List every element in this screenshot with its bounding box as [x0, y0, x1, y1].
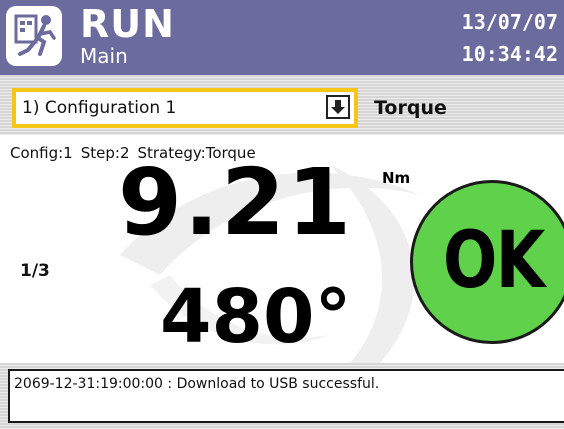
status-bar: 2069-12-31:19:00:00 : Download to USB su…	[0, 363, 564, 429]
run-mode-icon[interactable]	[6, 6, 62, 66]
status-message: 2069-12-31:19:00:00 : Download to USB su…	[14, 376, 380, 392]
result-panel: Config:1 Step:2 Strategy:Torque 9.21 Nm 1/…	[0, 135, 564, 363]
result-status-indicator: OK	[410, 180, 564, 344]
configuration-select-value: 1) Configuration 1	[22, 98, 177, 118]
date-display: 13/07/07	[461, 10, 558, 34]
torque-value: 9.21	[118, 149, 353, 256]
angle-value: 480°	[160, 274, 352, 360]
header-bar: RUN Main 13/07/07 10:34:42	[0, 0, 564, 75]
configuration-bar: 1) Configuration 1	[0, 75, 564, 135]
strategy-label: Torque	[374, 97, 447, 119]
dropdown-arrow-icon[interactable]	[326, 95, 350, 119]
status-message-box: 2069-12-31:19:00:00 : Download to USB su…	[8, 369, 564, 423]
mode-title: RUN	[80, 2, 175, 46]
run-main-screen: RUN Main 13/07/07 10:34:42 1) Configurat…	[0, 0, 564, 429]
running-person-icon	[14, 14, 56, 56]
torque-unit: Nm	[382, 169, 411, 187]
result-status-text: OK	[443, 216, 545, 306]
time-display: 10:34:42	[461, 42, 558, 66]
batch-count: 1/3	[20, 261, 50, 281]
screen-subtitle: Main	[80, 44, 128, 68]
config-number: Config:1	[10, 144, 73, 162]
configuration-select[interactable]: 1) Configuration 1	[12, 88, 358, 128]
